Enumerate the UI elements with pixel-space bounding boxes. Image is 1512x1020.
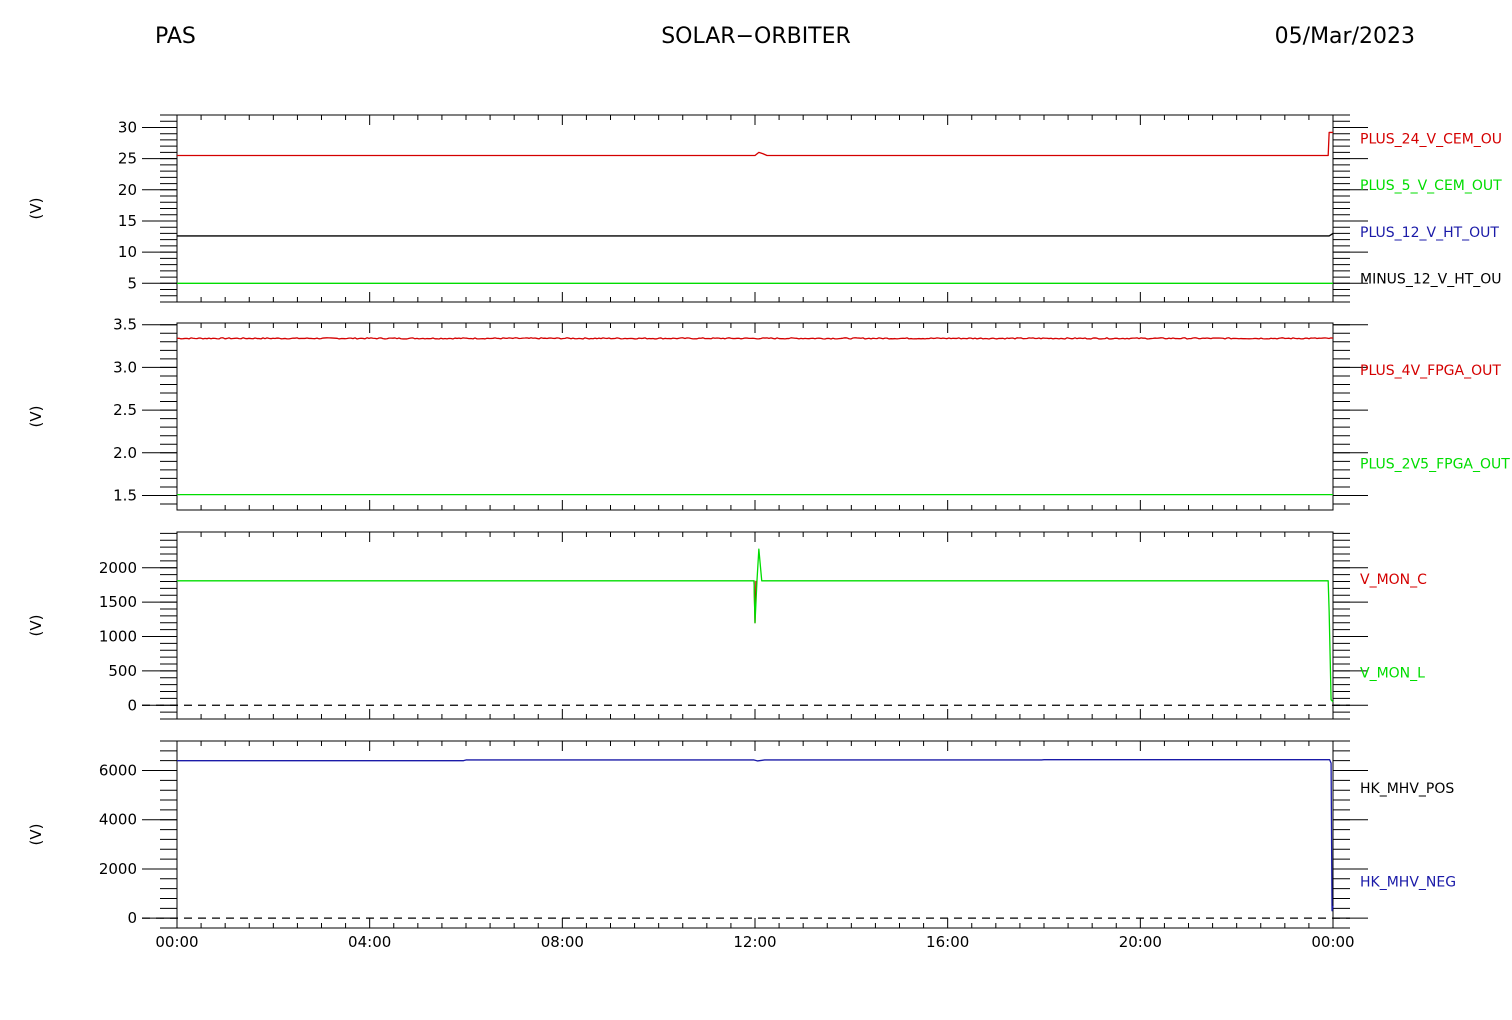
x-tick-label: 08:00 bbox=[541, 933, 584, 951]
series-line bbox=[177, 548, 1334, 703]
y-tick-label: 20 bbox=[118, 181, 137, 199]
series-line bbox=[177, 131, 1333, 157]
y-tick-label: 3.5 bbox=[113, 316, 137, 334]
y-tick-label: 0 bbox=[127, 696, 137, 714]
legend-label: HK_MHV_NEG bbox=[1360, 874, 1456, 890]
y-tick-label: 5 bbox=[127, 274, 137, 292]
y-tick-label: 1500 bbox=[99, 593, 137, 611]
y-tick-label: 4000 bbox=[99, 811, 137, 829]
legend-label: MINUS_12_V_HT_OU bbox=[1360, 272, 1502, 288]
y-tick-label: 30 bbox=[118, 118, 137, 136]
series-line bbox=[177, 232, 1334, 237]
y-tick-label: 10 bbox=[118, 243, 137, 261]
y-tick-label: 2000 bbox=[99, 860, 137, 878]
legend-label: HK_MHV_POS bbox=[1360, 781, 1454, 797]
housekeeping-chart: 5 10 15 20 25 30 (V) PLUS_24_V_CEM_OU PLUS_5_V_C… bbox=[27, 114, 1510, 951]
series-line bbox=[176, 337, 1334, 340]
y-tick-label: 15 bbox=[118, 212, 137, 230]
x-tick-label: 00:00 bbox=[1311, 933, 1354, 951]
panel-3: 0 500 1000 1500 2000 (V) V_MON_C V_MON_L bbox=[27, 531, 1427, 720]
plot-frame bbox=[176, 531, 1334, 720]
panel-1: 5 10 15 20 25 30 (V) PLUS_24_V_CEM_OU PLUS_5_V_C… bbox=[27, 114, 1502, 303]
x-tick-label: 20:00 bbox=[1119, 933, 1162, 951]
panel-4: 0 2000 4000 6000 (V) HK_MHV_POS HK_MHV_NEG bbox=[27, 740, 1456, 929]
legend-label: PLUS_24_V_CEM_OU bbox=[1360, 131, 1502, 147]
y-axis-label: (V) bbox=[27, 198, 45, 220]
y-axis-label: (V) bbox=[27, 824, 45, 846]
panel-2: 1.5 2.0 2.5 3.0 3.5 (V) PLUS_4V_FPGA_OUT PLUS_2… bbox=[27, 316, 1510, 511]
y-tick-label: 3.0 bbox=[113, 358, 137, 376]
y-tick-label: 6000 bbox=[99, 762, 137, 780]
legend-label: PLUS_4V_FPGA_OUT bbox=[1360, 363, 1501, 379]
legend-label: PLUS_5_V_CEM_OUT bbox=[1360, 178, 1502, 194]
x-tick-label: 04:00 bbox=[348, 933, 391, 951]
plot-frame bbox=[176, 114, 1334, 303]
x-tick-label: 16:00 bbox=[926, 933, 969, 951]
y-axis-label: (V) bbox=[27, 406, 45, 428]
y-tick-label: 500 bbox=[108, 662, 137, 680]
legend-label: PLUS_2V5_FPGA_OUT bbox=[1360, 456, 1510, 472]
y-tick-label: 2000 bbox=[99, 559, 137, 577]
y-tick-label: 2.5 bbox=[113, 401, 137, 419]
y-tick-label: 1000 bbox=[99, 628, 137, 646]
plot-frame bbox=[176, 740, 1334, 929]
plot-frame bbox=[176, 322, 1334, 511]
x-tick-label: 12:00 bbox=[733, 933, 776, 951]
legend-label: V_MON_C bbox=[1360, 572, 1427, 588]
y-tick-label: 2.0 bbox=[113, 444, 137, 462]
x-tick-label: 00:00 bbox=[155, 933, 198, 951]
legend-label: V_MON_L bbox=[1360, 665, 1425, 681]
y-tick-label: 1.5 bbox=[113, 486, 137, 504]
legend-label: PLUS_12_V_HT_OUT bbox=[1360, 225, 1499, 241]
y-axis-label: (V) bbox=[27, 615, 45, 637]
series-line bbox=[177, 759, 1334, 912]
y-tick-label: 0 bbox=[127, 909, 137, 927]
y-tick-label: 25 bbox=[118, 150, 137, 168]
